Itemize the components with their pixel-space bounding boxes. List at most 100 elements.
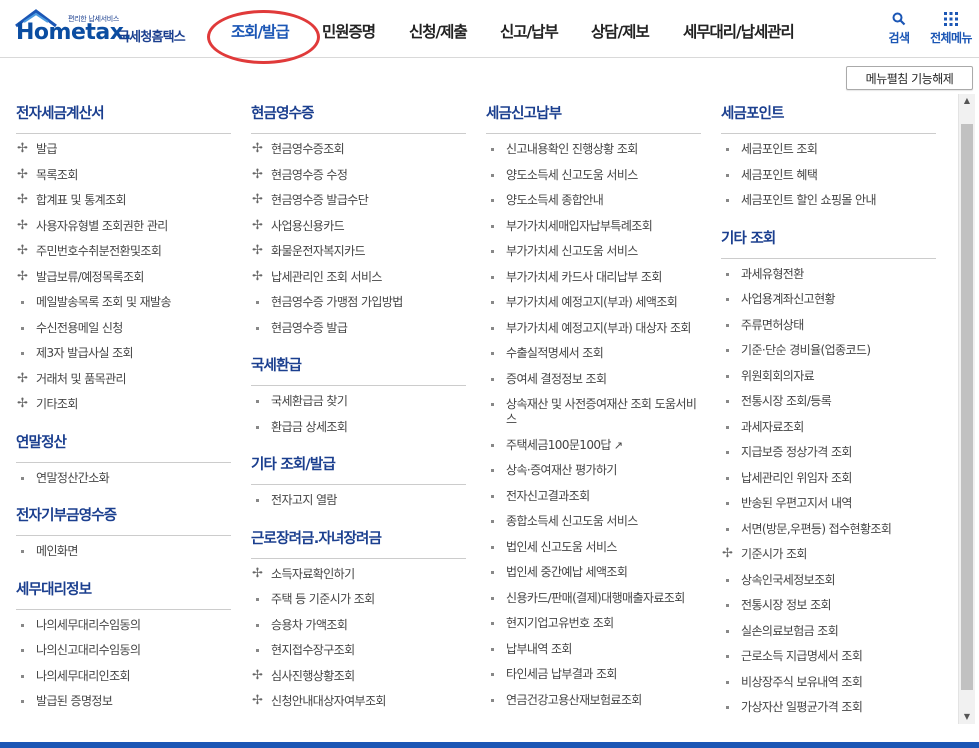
menu-link[interactable]: 가상자산 일평균가격 조회 (721, 700, 936, 715)
menu-link[interactable]: 부가가치세 예정고지(부과) 대상자 조회 (486, 321, 701, 336)
menu-link[interactable]: 양도소득세 종합안내 (486, 193, 701, 208)
menu-link[interactable]: 비상장주식 보유내역 조회 (721, 675, 936, 690)
menu-column-4: 세금포인트 세금포인트 조회 세금포인트 혜택 세금포인트 할인 쇼핑몰 안내 기타 조… (721, 94, 936, 726)
menu-link[interactable]: ✢ 거래처 및 품목관리 (16, 371, 231, 387)
menu-link[interactable]: 메일발송목록 조회 및 재발송 (16, 295, 231, 310)
menu-expand-toggle-button[interactable]: 메뉴펼침 기능해제 (846, 66, 973, 90)
menu-link[interactable]: 현금영수증 발급 (251, 321, 466, 336)
menu-link[interactable]: 세금포인트 할인 쇼핑몰 안내 (721, 193, 936, 208)
menu-link[interactable]: 전통시장 조회/등록 (721, 394, 936, 409)
menu-link[interactable]: 실손의료보험금 조회 (721, 624, 936, 639)
menu-link[interactable]: ✢ 화물운전자복지카드 (251, 244, 466, 259)
menu-link[interactable]: 연금건강고용산재보험료조회 (486, 693, 701, 708)
menu-link[interactable]: 부가가치세 카드사 대리납부 조회 (486, 270, 701, 285)
scroll-down-arrow-icon[interactable]: ▼ (959, 710, 975, 724)
menu-link[interactable]: ✢ 현금영수증 발급수단 (251, 193, 466, 208)
menu-link[interactable]: 반송된 우편고지서 내역 (721, 496, 936, 511)
menu-link[interactable]: 수출실적명세서 조회 (486, 346, 701, 361)
menu-link-label: 법인세 신고도움 서비스 (506, 539, 617, 554)
scroll-up-arrow-icon[interactable]: ▲ (959, 94, 975, 108)
nav-tab-report-pay[interactable]: 신고/납부 (500, 20, 559, 42)
menu-link[interactable]: 승용차 가액조회 (251, 618, 466, 633)
menu-link[interactable]: ✢ 현금영수증조회 (251, 142, 466, 157)
menu-link[interactable]: 상속·증여재산 평가하기 (486, 463, 701, 478)
menu-link[interactable]: ✢ 기타조회 (16, 397, 231, 412)
menu-link[interactable]: 부가가치세 신고도움 서비스 (486, 244, 701, 259)
menu-link[interactable]: ✢ 기준시가 조회 (721, 547, 936, 562)
menu-link[interactable]: 종합소득세 신고도움 서비스 (486, 514, 701, 529)
menu-link[interactable]: 기준·단순 경비율(업종코드) (721, 343, 936, 358)
menu-link[interactable]: 과세자료조회 (721, 420, 936, 435)
menu-link[interactable]: 발급된 증명정보 (16, 694, 231, 709)
menu-link[interactable]: 타인세금 납부결과 조회 (486, 667, 701, 682)
menu-link-label: 근로소득 지급명세서 조회 (741, 649, 863, 663)
section-title: 국세환급 (251, 346, 466, 386)
menu-link[interactable]: 납부내역 조회 (486, 642, 701, 657)
bullet-icon (491, 352, 494, 355)
search-button[interactable]: 검색 (884, 12, 914, 46)
menu-link[interactable]: 연말정산간소화 (16, 471, 231, 486)
bullet-icon (726, 199, 729, 202)
menu-link[interactable]: 사업용계좌신고현황 (721, 292, 936, 307)
menu-link[interactable]: 제3자 발급사실 조회 (16, 346, 231, 361)
menu-link[interactable]: 주류면허상태 (721, 318, 936, 333)
menu-link[interactable]: ✢ 주민번호수취분전환및조회 (16, 244, 231, 259)
menu-link[interactable]: ✢ 합계표 및 통계조회 (16, 193, 231, 208)
menu-link[interactable]: 양도소득세 신고도움 서비스 (486, 168, 701, 183)
menu-link[interactable]: 지급보증 정상가격 조회 (721, 445, 936, 460)
nav-tab-consult-report[interactable]: 상담/제보 (591, 20, 650, 42)
menu-link[interactable]: 현금영수증 가맹점 가입방법 (251, 295, 466, 310)
nav-tab-tax-agent[interactable]: 세무대리/납세관리 (683, 20, 795, 42)
menu-link[interactable]: ✢ 현금영수증 수정 (251, 167, 466, 183)
menu-link[interactable]: 부가가치세매입자납부특례조회 (486, 219, 701, 234)
menu-link[interactable]: ✢ 사업용신용카드 (251, 218, 466, 234)
menu-link[interactable]: 상속인국세정보조회 (721, 573, 936, 588)
menu-link[interactable]: 법인세 중간예납 세액조회 (486, 565, 701, 580)
bullet-icon (491, 622, 494, 625)
menu-link[interactable]: ✢ 신청안내대상자여부조회 (251, 694, 466, 709)
nav-tab-certificates[interactable]: 민원증명 (322, 20, 376, 42)
menu-link[interactable]: 납세관리인 위임자 조회 (721, 471, 936, 486)
menu-link[interactable]: 서면(방문,우편등) 접수현황조회 (721, 522, 936, 537)
menu-link[interactable]: 현지기업고유번호 조회 (486, 616, 701, 631)
menu-link[interactable]: 나의세무대리수임동의 (16, 618, 231, 633)
menu-link[interactable]: ✢ 소득자료확인하기 (251, 566, 466, 582)
menu-link[interactable]: 상속재산 및 사전증여재산 조회 도움서비스 (486, 397, 701, 427)
menu-link[interactable]: 세금포인트 혜택 (721, 168, 936, 183)
menu-link[interactable]: ✢ 심사진행상황조회 (251, 668, 466, 684)
menu-link[interactable]: ✢ 사용자유형별 조회권한 관리 (16, 218, 231, 234)
external-link-icon: ↗ (610, 438, 623, 452)
menu-link-label: 소득자료확인하기 (271, 566, 355, 581)
all-menu-button[interactable]: 전체메뉴 (926, 12, 976, 46)
menu-link-label: 신고내용확인 진행상황 조회 (506, 142, 638, 156)
menu-link[interactable]: 나의세무대리인조회 (16, 669, 231, 684)
menu-link[interactable]: ✢ 납세관리인 조회 서비스 (251, 269, 466, 285)
menu-link[interactable]: 메인화면 (16, 544, 231, 559)
menu-link[interactable]: 나의신고대리수임동의 (16, 643, 231, 658)
menu-link[interactable]: ✢ 목록조회 (16, 167, 231, 183)
menu-link[interactable]: 주택 등 기준시가 조회 (251, 592, 466, 607)
scroll-thumb[interactable] (961, 124, 973, 690)
menu-link[interactable]: 신고내용확인 진행상황 조회 (486, 142, 701, 157)
menu-link[interactable]: 전통시장 정보 조회 (721, 598, 936, 613)
menu-link[interactable]: 현지접수장구조회 (251, 643, 466, 658)
menu-link[interactable]: 부가가치세 예정고지(부과) 세액조회 (486, 295, 701, 310)
menu-link[interactable]: 증여세 결정정보 조회 (486, 372, 701, 387)
hometax-logo[interactable]: 편리한 납세서비스 Hometax. 국세청홈택스 (14, 8, 204, 50)
nav-tab-apply-submit[interactable]: 신청/제출 (409, 20, 468, 42)
vertical-scrollbar[interactable]: ▲ ▼ (958, 94, 975, 724)
menu-link[interactable]: 국세환급금 찾기 (251, 394, 466, 409)
menu-link[interactable]: ✢ 발급보류/예정목록조회 (16, 269, 231, 285)
menu-link[interactable]: 전자고지 열람 (251, 493, 466, 508)
menu-link[interactable]: 과세유형전환 (721, 267, 936, 282)
menu-link[interactable]: 법인세 신고도움 서비스 (486, 540, 701, 555)
menu-link[interactable]: ✢ 발급 (16, 142, 231, 157)
menu-link[interactable]: 위원회회의자료 (721, 369, 936, 384)
menu-link[interactable]: 주택세금100문100답 ↗ (486, 438, 701, 453)
menu-link[interactable]: 근로소득 지급명세서 조회 (721, 649, 936, 664)
menu-link[interactable]: 환급금 상세조회 (251, 420, 466, 435)
menu-link[interactable]: 수신전용메일 신청 (16, 321, 231, 336)
menu-link[interactable]: 전자신고결과조회 (486, 489, 701, 504)
menu-link[interactable]: 신용카드/판매(결제)대행매출자료조회 (486, 591, 701, 606)
menu-link[interactable]: 세금포인트 조회 (721, 142, 936, 157)
